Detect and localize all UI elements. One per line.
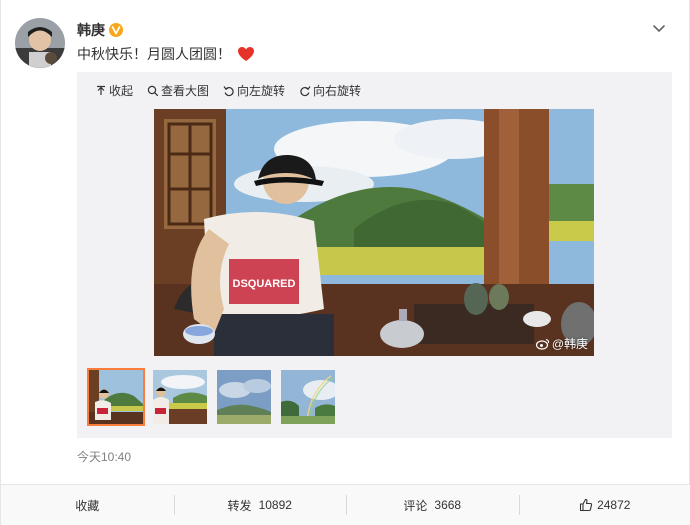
watermark-text: @韩庚 — [551, 337, 588, 351]
photo-watermark: @韩庚 — [535, 335, 588, 352]
main-photo[interactable]: DSQUARED @韩庚 — [154, 109, 594, 356]
like-count: 24872 — [597, 498, 631, 512]
post-text: 中秋快乐！月圆人团圆！ — [77, 46, 231, 62]
shirt-print-text: DSQUARED — [233, 278, 296, 290]
rotate-left-icon — [223, 85, 234, 96]
weibo-logo-icon — [535, 338, 549, 350]
media-panel: 收起 查看大图 向左旋转 向右旋转 DSQUARED @韩庚 — [77, 72, 672, 438]
thumbs-up-icon — [580, 498, 593, 512]
post-content: 中秋快乐！月圆人团圆！ — [77, 44, 255, 64]
weibo-post-card: 韩庚 中秋快乐！月圆人团圆！ 收起 查看大图 向左旋转 向右旋转 DSQUARE… — [0, 0, 690, 525]
thumbnail-1[interactable] — [87, 368, 145, 426]
verified-badge-icon — [109, 23, 123, 37]
rotate-right-button[interactable]: 向右旋转 — [299, 82, 361, 99]
repost-count: 10892 — [258, 498, 292, 512]
repost-button[interactable]: 转发 10892 — [173, 485, 347, 525]
comment-count: 3668 — [434, 498, 462, 512]
thumbnail-2[interactable] — [151, 368, 209, 426]
rotate-left-label: 向左旋转 — [237, 84, 286, 98]
collapse-button[interactable]: 收起 — [95, 82, 133, 99]
rotate-right-icon — [300, 85, 311, 96]
comment-label: 评论 — [403, 498, 428, 513]
avatar[interactable] — [15, 18, 65, 68]
collapse-icon — [97, 85, 105, 95]
magnifier-icon — [147, 85, 159, 96]
comment-button[interactable]: 评论 3668 — [346, 485, 519, 525]
action-bar: 收藏 转发 10892 评论 3668 24872 — [1, 484, 690, 525]
author-name-row: 韩庚 — [77, 20, 123, 40]
view-large-label: 查看大图 — [161, 84, 210, 98]
favorite-label: 收藏 — [75, 498, 100, 513]
rotate-right-label: 向右旋转 — [313, 84, 362, 98]
thumbnail-3[interactable] — [215, 368, 273, 426]
heart-emoji-icon — [237, 46, 255, 62]
repost-label: 转发 — [227, 498, 252, 513]
like-button[interactable]: 24872 — [518, 485, 690, 525]
collapse-label: 收起 — [109, 84, 134, 98]
thumbnail-strip — [87, 368, 337, 426]
thumbnail-4[interactable] — [279, 368, 337, 426]
rotate-left-button[interactable]: 向左旋转 — [223, 82, 285, 99]
author-name[interactable]: 韩庚 — [77, 20, 105, 40]
chevron-down-icon[interactable] — [651, 20, 667, 36]
post-timestamp[interactable]: 今天10:40 — [77, 448, 131, 465]
media-toolbar: 收起 查看大图 向左旋转 向右旋转 — [95, 82, 361, 99]
favorite-button[interactable]: 收藏 — [1, 485, 174, 525]
view-large-button[interactable]: 查看大图 — [147, 82, 209, 99]
